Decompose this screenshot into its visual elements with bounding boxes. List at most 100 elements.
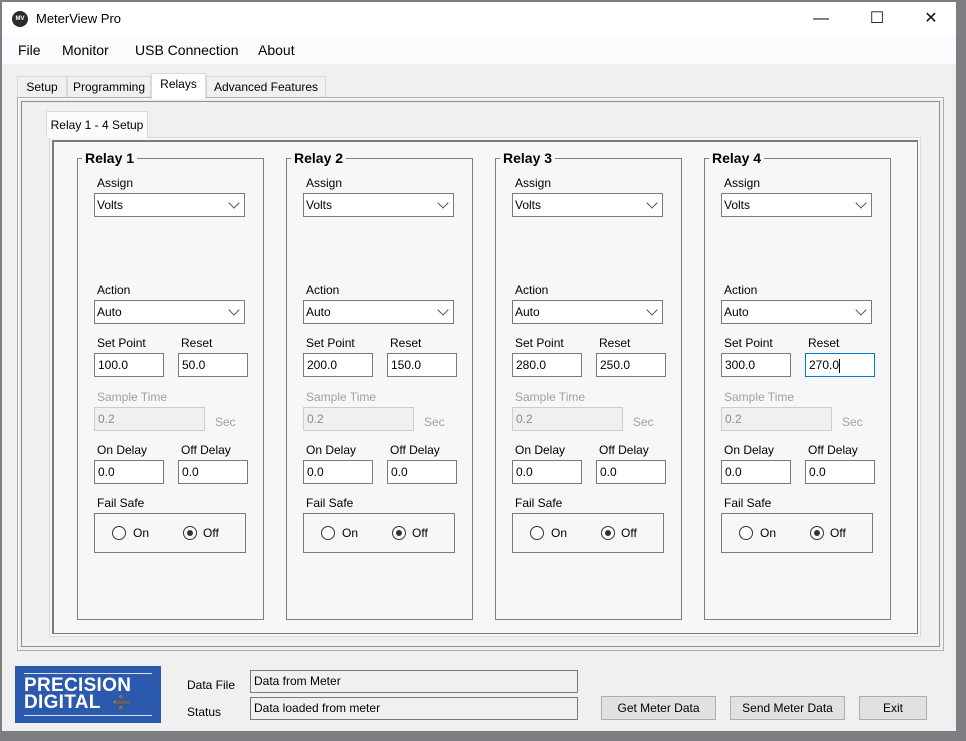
assign-select[interactable]: Volts: [94, 193, 245, 217]
chevron-down-icon: [228, 304, 240, 316]
sample-time-input: 0.2: [512, 407, 623, 431]
get-meter-data-button[interactable]: Get Meter Data: [601, 696, 716, 720]
on-delay-input[interactable]: 0.0: [303, 460, 373, 484]
off-delay-input[interactable]: 0.0: [805, 460, 875, 484]
fail-safe-group: On Off: [303, 513, 455, 553]
on-delay-label: On Delay: [97, 443, 148, 457]
tab-setup[interactable]: Setup: [17, 76, 67, 97]
reset-value: 270.0: [809, 358, 840, 372]
menu-bar: File Monitor USB Connection About: [2, 36, 956, 64]
reset-value: 250.0: [600, 358, 631, 372]
set-point-input[interactable]: 100.0: [94, 353, 164, 377]
tab-programming[interactable]: Programming: [67, 76, 151, 97]
minimize-button[interactable]: —: [798, 2, 844, 36]
action-select[interactable]: Auto: [512, 300, 663, 324]
menu-about[interactable]: About: [258, 42, 295, 58]
reset-input[interactable]: 150.0: [387, 353, 457, 377]
action-label: Action: [515, 283, 549, 297]
status-field: Data loaded from meter: [250, 697, 578, 720]
fail-safe-label: Fail Safe: [515, 496, 563, 510]
reset-input[interactable]: 250.0: [596, 353, 666, 377]
action-select[interactable]: Auto: [721, 300, 872, 324]
fail-safe-on-label[interactable]: On: [342, 526, 358, 540]
assign-value: Volts: [724, 198, 751, 212]
close-button[interactable]: ✕: [908, 2, 954, 36]
relay-3-group: Relay 3 Assign Volts Action Auto Set Poi…: [495, 150, 682, 620]
sample-time-input: 0.2: [721, 407, 832, 431]
fail-safe-off-label[interactable]: Off: [203, 526, 219, 540]
fail-safe-off-radio[interactable]: [183, 526, 197, 540]
fail-safe-off-radio[interactable]: [601, 526, 615, 540]
off-delay-input[interactable]: 0.0: [596, 460, 666, 484]
off-delay-input[interactable]: 0.0: [178, 460, 248, 484]
off-delay-label: Off Delay: [808, 443, 858, 457]
off-delay-input[interactable]: 0.0: [387, 460, 457, 484]
fail-safe-on-label[interactable]: On: [760, 526, 776, 540]
reset-input[interactable]: 270.0: [805, 353, 875, 377]
fail-safe-off-label[interactable]: Off: [621, 526, 637, 540]
on-delay-input[interactable]: 0.0: [512, 460, 582, 484]
set-point-label: Set Point: [515, 336, 564, 350]
tab-relay-1-4-setup[interactable]: Relay 1 - 4 Setup: [46, 111, 148, 138]
fail-safe-on-label[interactable]: On: [133, 526, 149, 540]
app-window: MV MeterView Pro — ☐ ✕ File Monitor USB …: [2, 2, 956, 731]
action-select[interactable]: Auto: [94, 300, 245, 324]
fail-safe-on-radio[interactable]: [321, 526, 335, 540]
tab-relays[interactable]: Relays: [151, 73, 206, 99]
action-label: Action: [306, 283, 340, 297]
fail-safe-on-radio[interactable]: [530, 526, 544, 540]
assign-select[interactable]: Volts: [721, 193, 872, 217]
menu-monitor[interactable]: Monitor: [62, 42, 109, 58]
set-point-input[interactable]: 200.0: [303, 353, 373, 377]
set-point-input[interactable]: 300.0: [721, 353, 791, 377]
set-point-label: Set Point: [306, 336, 355, 350]
send-meter-data-button[interactable]: Send Meter Data: [730, 696, 845, 720]
on-delay-input[interactable]: 0.0: [721, 460, 791, 484]
action-value: Auto: [306, 305, 331, 319]
logo-divide-icon: ➗: [111, 695, 131, 712]
fail-safe-off-label[interactable]: Off: [412, 526, 428, 540]
reset-label: Reset: [390, 336, 422, 350]
sample-time-label: Sample Time: [306, 390, 377, 404]
fail-safe-on-radio[interactable]: [112, 526, 126, 540]
exit-button[interactable]: Exit: [859, 696, 927, 720]
fail-safe-on-label[interactable]: On: [551, 526, 567, 540]
precision-digital-logo: PRECISION DIGITAL ➗: [15, 666, 161, 723]
maximize-button[interactable]: ☐: [854, 2, 900, 36]
assign-label: Assign: [306, 176, 343, 190]
fail-safe-off-radio[interactable]: [810, 526, 824, 540]
fail-safe-label: Fail Safe: [724, 496, 772, 510]
on-delay-input[interactable]: 0.0: [94, 460, 164, 484]
chevron-down-icon: [855, 304, 867, 316]
fail-safe-group: On Off: [512, 513, 664, 553]
action-select[interactable]: Auto: [303, 300, 454, 324]
menu-usb-connection[interactable]: USB Connection: [135, 42, 239, 58]
fail-safe-off-radio[interactable]: [392, 526, 406, 540]
chevron-down-icon: [855, 197, 867, 209]
reset-input[interactable]: 50.0: [178, 353, 248, 377]
assign-select[interactable]: Volts: [512, 193, 663, 217]
chevron-down-icon: [437, 304, 449, 316]
assign-label: Assign: [97, 176, 134, 190]
assign-select[interactable]: Volts: [303, 193, 454, 217]
off-delay-label: Off Delay: [390, 443, 440, 457]
action-value: Auto: [97, 305, 122, 319]
sample-time-label: Sample Time: [515, 390, 586, 404]
assign-value: Volts: [97, 198, 124, 212]
set-point-input[interactable]: 280.0: [512, 353, 582, 377]
text-caret: [839, 358, 841, 373]
menu-file[interactable]: File: [18, 42, 41, 58]
tab-advanced-features[interactable]: Advanced Features: [206, 76, 326, 97]
reset-value: 150.0: [391, 358, 422, 372]
sec-unit-label: Sec: [424, 415, 445, 429]
assign-value: Volts: [515, 198, 542, 212]
fail-safe-off-label[interactable]: Off: [830, 526, 846, 540]
window-title: MeterView Pro: [36, 11, 122, 26]
status-label: Status: [187, 705, 222, 719]
logo-rule-top: [24, 673, 152, 674]
sample-time-label: Sample Time: [724, 390, 795, 404]
fail-safe-on-radio[interactable]: [739, 526, 753, 540]
sec-unit-label: Sec: [215, 415, 236, 429]
sec-unit-label: Sec: [633, 415, 654, 429]
reset-value: 50.0: [182, 358, 206, 372]
